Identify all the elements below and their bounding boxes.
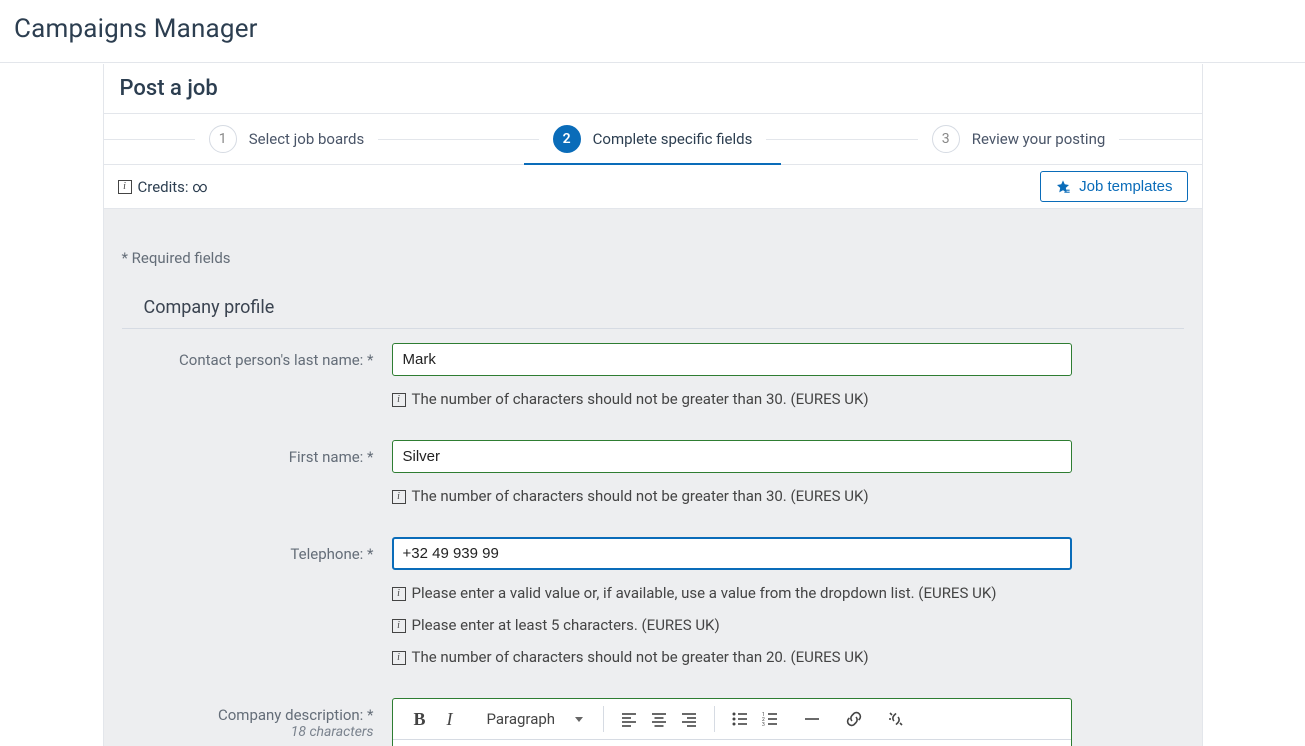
step-1-number: 1 — [209, 125, 237, 153]
credits-bar: i Credits: ∞ Job templates — [104, 165, 1202, 209]
horizontal-rule-button[interactable] — [797, 705, 827, 733]
align-left-button[interactable] — [614, 705, 644, 733]
job-templates-label: Job templates — [1079, 178, 1172, 195]
info-icon: i — [392, 393, 406, 407]
char-count: 18 characters — [122, 724, 374, 740]
input-first-name[interactable] — [392, 440, 1072, 473]
link-button[interactable] — [839, 705, 869, 733]
label-company-description: Company description: * 18 characters — [122, 698, 392, 740]
chevron-down-icon — [575, 717, 583, 722]
step-3[interactable]: 3 Review your posting — [836, 114, 1202, 164]
required-fields-note: * Required fields — [122, 249, 1184, 267]
main-scroll-region[interactable]: Post a job 1 Select job boards 2 Complet… — [0, 64, 1305, 746]
row-company-description: Company description: * 18 characters B I — [122, 698, 1184, 746]
credits-display: i Credits: ∞ — [118, 178, 208, 196]
row-last-name: Contact person's last name: * i The numb… — [122, 343, 1184, 408]
credits-text: Credits: ∞ — [138, 178, 208, 196]
step-2[interactable]: 2 Complete specific fields — [470, 114, 836, 164]
step-2-label: Complete specific fields — [593, 130, 753, 148]
info-icon: i — [392, 587, 406, 601]
bullet-list-button[interactable] — [725, 705, 755, 733]
label-first-name: First name: * — [122, 440, 392, 466]
label-telephone: Telephone: * — [122, 537, 392, 563]
info-icon: i — [392, 651, 406, 665]
hint-first-name: i The number of characters should not be… — [392, 487, 1184, 505]
align-right-button[interactable] — [674, 705, 704, 733]
star-icon — [1055, 179, 1071, 195]
row-telephone: Telephone: * i Please enter a valid valu… — [122, 537, 1184, 666]
rte-toolbar: B I Paragraph — [393, 699, 1071, 740]
step-3-label: Review your posting — [972, 130, 1106, 148]
post-job-panel: Post a job 1 Select job boards 2 Complet… — [103, 64, 1203, 746]
hint-telephone-1: i Please enter a valid value or, if avai… — [392, 584, 1184, 602]
bold-button[interactable]: B — [405, 705, 435, 733]
hint-telephone-3: i The number of characters should not be… — [392, 648, 1184, 666]
wizard-stepper: 1 Select job boards 2 Complete specific … — [104, 114, 1202, 165]
row-first-name: First name: * i The number of characters… — [122, 440, 1184, 505]
info-icon: i — [392, 619, 406, 633]
label-last-name: Contact person's last name: * — [122, 343, 392, 369]
job-templates-button[interactable]: Job templates — [1040, 171, 1187, 202]
step-3-number: 3 — [932, 125, 960, 153]
step-2-number: 2 — [553, 125, 581, 153]
input-last-name[interactable] — [392, 343, 1072, 376]
form-area: * Required fields Company profile Contac… — [104, 209, 1202, 746]
info-icon: i — [118, 180, 132, 194]
unlink-button[interactable] — [881, 705, 911, 733]
step-1-label: Select job boards — [249, 130, 365, 148]
paragraph-style-select[interactable]: Paragraph — [477, 710, 594, 728]
step-1[interactable]: 1 Select job boards — [104, 114, 470, 164]
numbered-list-button[interactable]: 123 — [755, 705, 785, 733]
italic-button[interactable]: I — [435, 705, 465, 733]
input-telephone[interactable] — [392, 537, 1072, 570]
app-title: Campaigns Manager — [14, 14, 1291, 44]
rich-text-editor: B I Paragraph — [392, 698, 1072, 746]
section-company-profile: Company profile — [122, 297, 1184, 329]
app-header: Campaigns Manager — [0, 0, 1305, 63]
hint-last-name: i The number of characters should not be… — [392, 390, 1184, 408]
align-center-button[interactable] — [644, 705, 674, 733]
rte-content[interactable]: sabrina.org — [393, 740, 1071, 746]
info-icon: i — [392, 490, 406, 504]
panel-title: Post a job — [104, 64, 1202, 114]
hint-telephone-2: i Please enter at least 5 characters. (E… — [392, 616, 1184, 634]
svg-text:3: 3 — [762, 722, 765, 728]
